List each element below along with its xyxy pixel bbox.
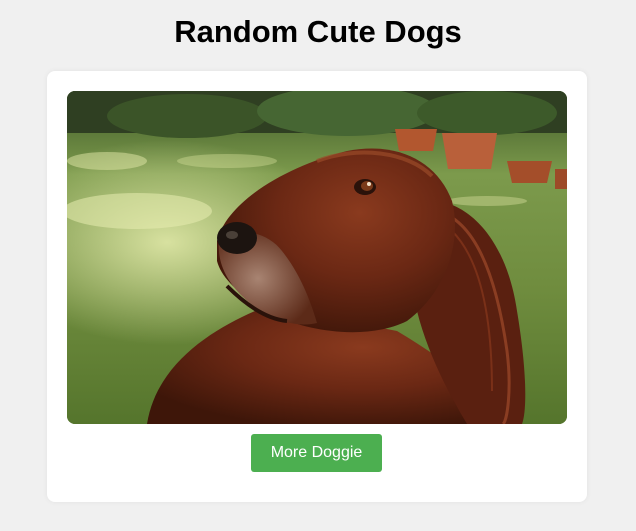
dog-card: More Doggie — [47, 71, 587, 502]
dog-photo — [67, 91, 567, 424]
page-title: Random Cute Dogs — [174, 14, 462, 49]
page: Random Cute Dogs More Doggie — [0, 0, 636, 531]
more-doggie-button[interactable]: More Doggie — [251, 434, 382, 472]
